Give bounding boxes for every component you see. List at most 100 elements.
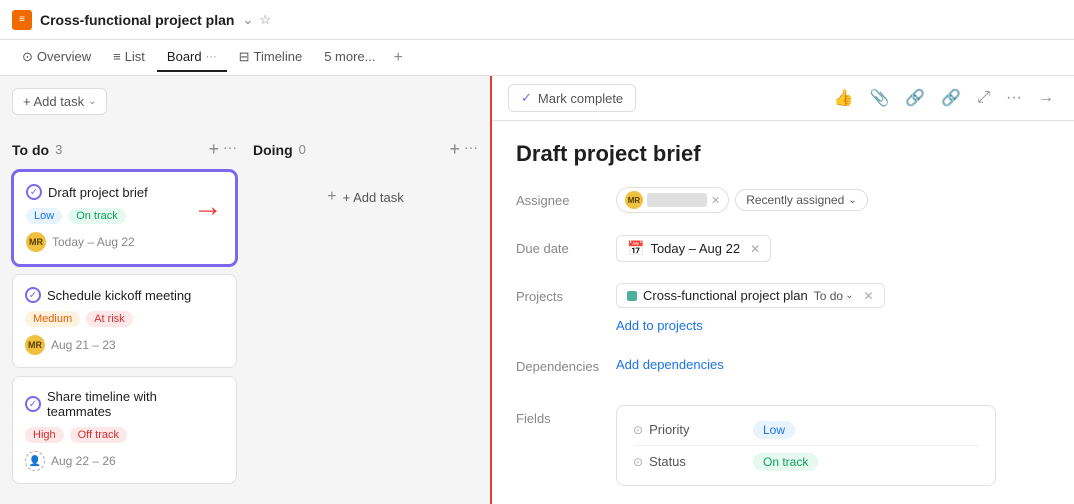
status-field-label: ⊙ Status — [633, 454, 753, 469]
status-value[interactable]: On track — [753, 454, 818, 469]
tag-on-track-draft: On track — [68, 208, 126, 224]
task-meta-timeline: 👤 Aug 22 – 26 — [25, 451, 224, 471]
column-menu-icon[interactable]: ··· — [223, 139, 237, 160]
tab-more[interactable]: 5 more... — [314, 43, 385, 72]
task-card-timeline[interactable]: ✓ Share timeline with teammates High Off… — [12, 376, 237, 484]
column-doing-count: 0 — [299, 142, 306, 157]
task-tags-kickoff: Medium At risk — [25, 311, 224, 327]
list-icon: ≡ — [113, 49, 121, 64]
title-icons: ⌄ ☆ — [242, 12, 271, 28]
status-icon: ⊙ — [633, 455, 643, 469]
column-todo-header: To do 3 + ··· — [12, 139, 237, 160]
projects-label: Projects — [516, 283, 616, 304]
more-icon[interactable]: ··· — [1002, 85, 1026, 111]
avatar-placeholder-timeline: 👤 — [25, 451, 45, 471]
top-bar: ≡ Cross-functional project plan ⌄ ☆ — [0, 0, 1074, 40]
mark-complete-button[interactable]: ✓ Mark complete — [508, 84, 636, 112]
status-chevron-icon: ⌄ — [845, 290, 853, 301]
detail-panel: ✓ Mark complete 👍 📎 🔗 🔗 ⤢ ··· → Draft pr… — [490, 76, 1074, 504]
check-icon: ✓ — [521, 90, 532, 106]
share-icon[interactable]: 🔗 — [937, 84, 965, 112]
assignee-remove-icon[interactable]: ✕ — [711, 194, 720, 207]
app-icon: ≡ — [12, 10, 32, 30]
tag-low-draft: Low — [26, 208, 62, 224]
assignee-avatar: MR — [625, 191, 643, 209]
expand-icon[interactable]: ⤢ — [973, 85, 994, 111]
project-status-dropdown[interactable]: To do ⌄ — [814, 289, 854, 303]
task-check-kickoff[interactable]: ✓ — [25, 287, 41, 303]
board-panel: + Add task ⌄ To do 3 + ··· — [0, 76, 490, 504]
tag-high-timeline: High — [25, 427, 64, 443]
tab-board[interactable]: Board ··· — [157, 43, 227, 72]
due-date-value: 📅 Today – Aug 22 ✕ — [616, 235, 771, 262]
due-date-chip[interactable]: 📅 Today – Aug 22 ✕ — [616, 235, 771, 262]
due-date-remove-icon[interactable]: ✕ — [750, 242, 760, 256]
add-task-chevron: ⌄ — [88, 96, 96, 107]
dependencies-row: Dependencies Add dependencies — [516, 353, 1050, 385]
projects-value: Cross-functional project plan To do ⌄ ✕ — [616, 283, 885, 308]
arrow-icon: → — [193, 190, 223, 223]
link-icon[interactable]: 🔗 — [901, 84, 929, 112]
tab-timeline[interactable]: ⊟ Timeline — [229, 43, 313, 73]
detail-content: Draft project brief Assignee MR ✕ Recent… — [492, 121, 1074, 504]
add-task-doing-button[interactable]: + + Add task — [323, 180, 407, 214]
tab-list[interactable]: ≡ List — [103, 43, 155, 72]
project-title: Cross-functional project plan — [40, 12, 234, 28]
column-todo-title: To do — [12, 142, 49, 158]
add-to-projects-link[interactable]: Add to projects — [616, 314, 885, 337]
tag-medium-kickoff: Medium — [25, 311, 80, 327]
priority-row: ⊙ Priority Low — [617, 414, 995, 445]
priority-value[interactable]: Low — [753, 422, 795, 437]
dropdown-icon[interactable]: ⌄ — [242, 12, 253, 28]
task-check-timeline[interactable]: ✓ — [25, 396, 41, 412]
assignee-label: Assignee — [516, 187, 616, 208]
add-column-icon[interactable]: + — [208, 139, 219, 160]
board-columns: To do 3 + ··· ✓ Draft project brief — [12, 139, 478, 492]
project-dot-icon — [627, 291, 637, 301]
priority-tag: Low — [753, 421, 795, 439]
star-icon[interactable]: ☆ — [259, 12, 271, 28]
nav-tabs: ⊙ Overview ≡ List Board ··· ⊟ Timeline 5… — [0, 40, 1074, 76]
add-task-button[interactable]: + Add task ⌄ — [12, 88, 107, 115]
column-todo-count: 3 — [55, 142, 62, 157]
task-title-kickoff: ✓ Schedule kickoff meeting — [25, 287, 224, 303]
doing-menu-icon[interactable]: ··· — [464, 139, 478, 160]
fields-label: Fields — [516, 401, 616, 426]
column-doing: Doing 0 + ··· → + + Add task — [253, 139, 478, 492]
column-doing-actions: + ··· — [449, 139, 478, 160]
main-area: + Add task ⌄ To do 3 + ··· — [0, 76, 1074, 504]
status-tag: On track — [753, 453, 818, 471]
overview-icon: ⊙ — [22, 49, 33, 65]
task-meta-draft: MR Today – Aug 22 — [26, 232, 223, 252]
task-check-draft[interactable]: ✓ — [26, 184, 42, 200]
due-date-row: Due date 📅 Today – Aug 22 ✕ — [516, 235, 1050, 267]
tag-off-track-timeline: Off track — [70, 427, 127, 443]
column-doing-title: Doing — [253, 142, 293, 158]
add-doing-icon[interactable]: + — [449, 139, 460, 160]
timeline-icon: ⊟ — [239, 49, 250, 65]
task-tags-timeline: High Off track — [25, 427, 224, 443]
priority-field-label: ⊙ Priority — [633, 422, 753, 437]
column-doing-header: Doing 0 + ··· — [253, 139, 478, 160]
task-card-kickoff[interactable]: ✓ Schedule kickoff meeting Medium At ris… — [12, 274, 237, 368]
attachment-icon[interactable]: 📎 — [865, 84, 893, 112]
tag-at-risk-kickoff: At risk — [86, 311, 133, 327]
dependencies-value: Add dependencies — [616, 353, 724, 376]
projects-row: Projects Cross-functional project plan T… — [516, 283, 1050, 337]
project-remove-icon[interactable]: ✕ — [864, 289, 874, 303]
add-dependencies-link[interactable]: Add dependencies — [616, 353, 724, 376]
task-meta-kickoff: MR Aug 21 – 23 — [25, 335, 224, 355]
thumbs-up-icon[interactable]: 👍 — [830, 84, 858, 112]
avatar-kickoff: MR — [25, 335, 45, 355]
column-todo-actions: + ··· — [208, 139, 237, 160]
assignee-chip[interactable]: MR ✕ — [616, 187, 729, 213]
add-tab-button[interactable]: + — [387, 49, 408, 67]
close-panel-icon[interactable]: → — [1034, 85, 1058, 111]
recently-assigned-button[interactable]: Recently assigned ⌄ — [735, 189, 867, 211]
board-tab-dots: ··· — [206, 51, 217, 63]
assignee-value: MR ✕ Recently assigned ⌄ — [616, 187, 868, 213]
tab-overview[interactable]: ⊙ Overview — [12, 43, 101, 73]
fields-row: Fields ⊙ Priority Low ⊙ — [516, 401, 1050, 486]
project-chip[interactable]: Cross-functional project plan To do ⌄ ✕ — [616, 283, 885, 308]
priority-icon: ⊙ — [633, 423, 643, 437]
